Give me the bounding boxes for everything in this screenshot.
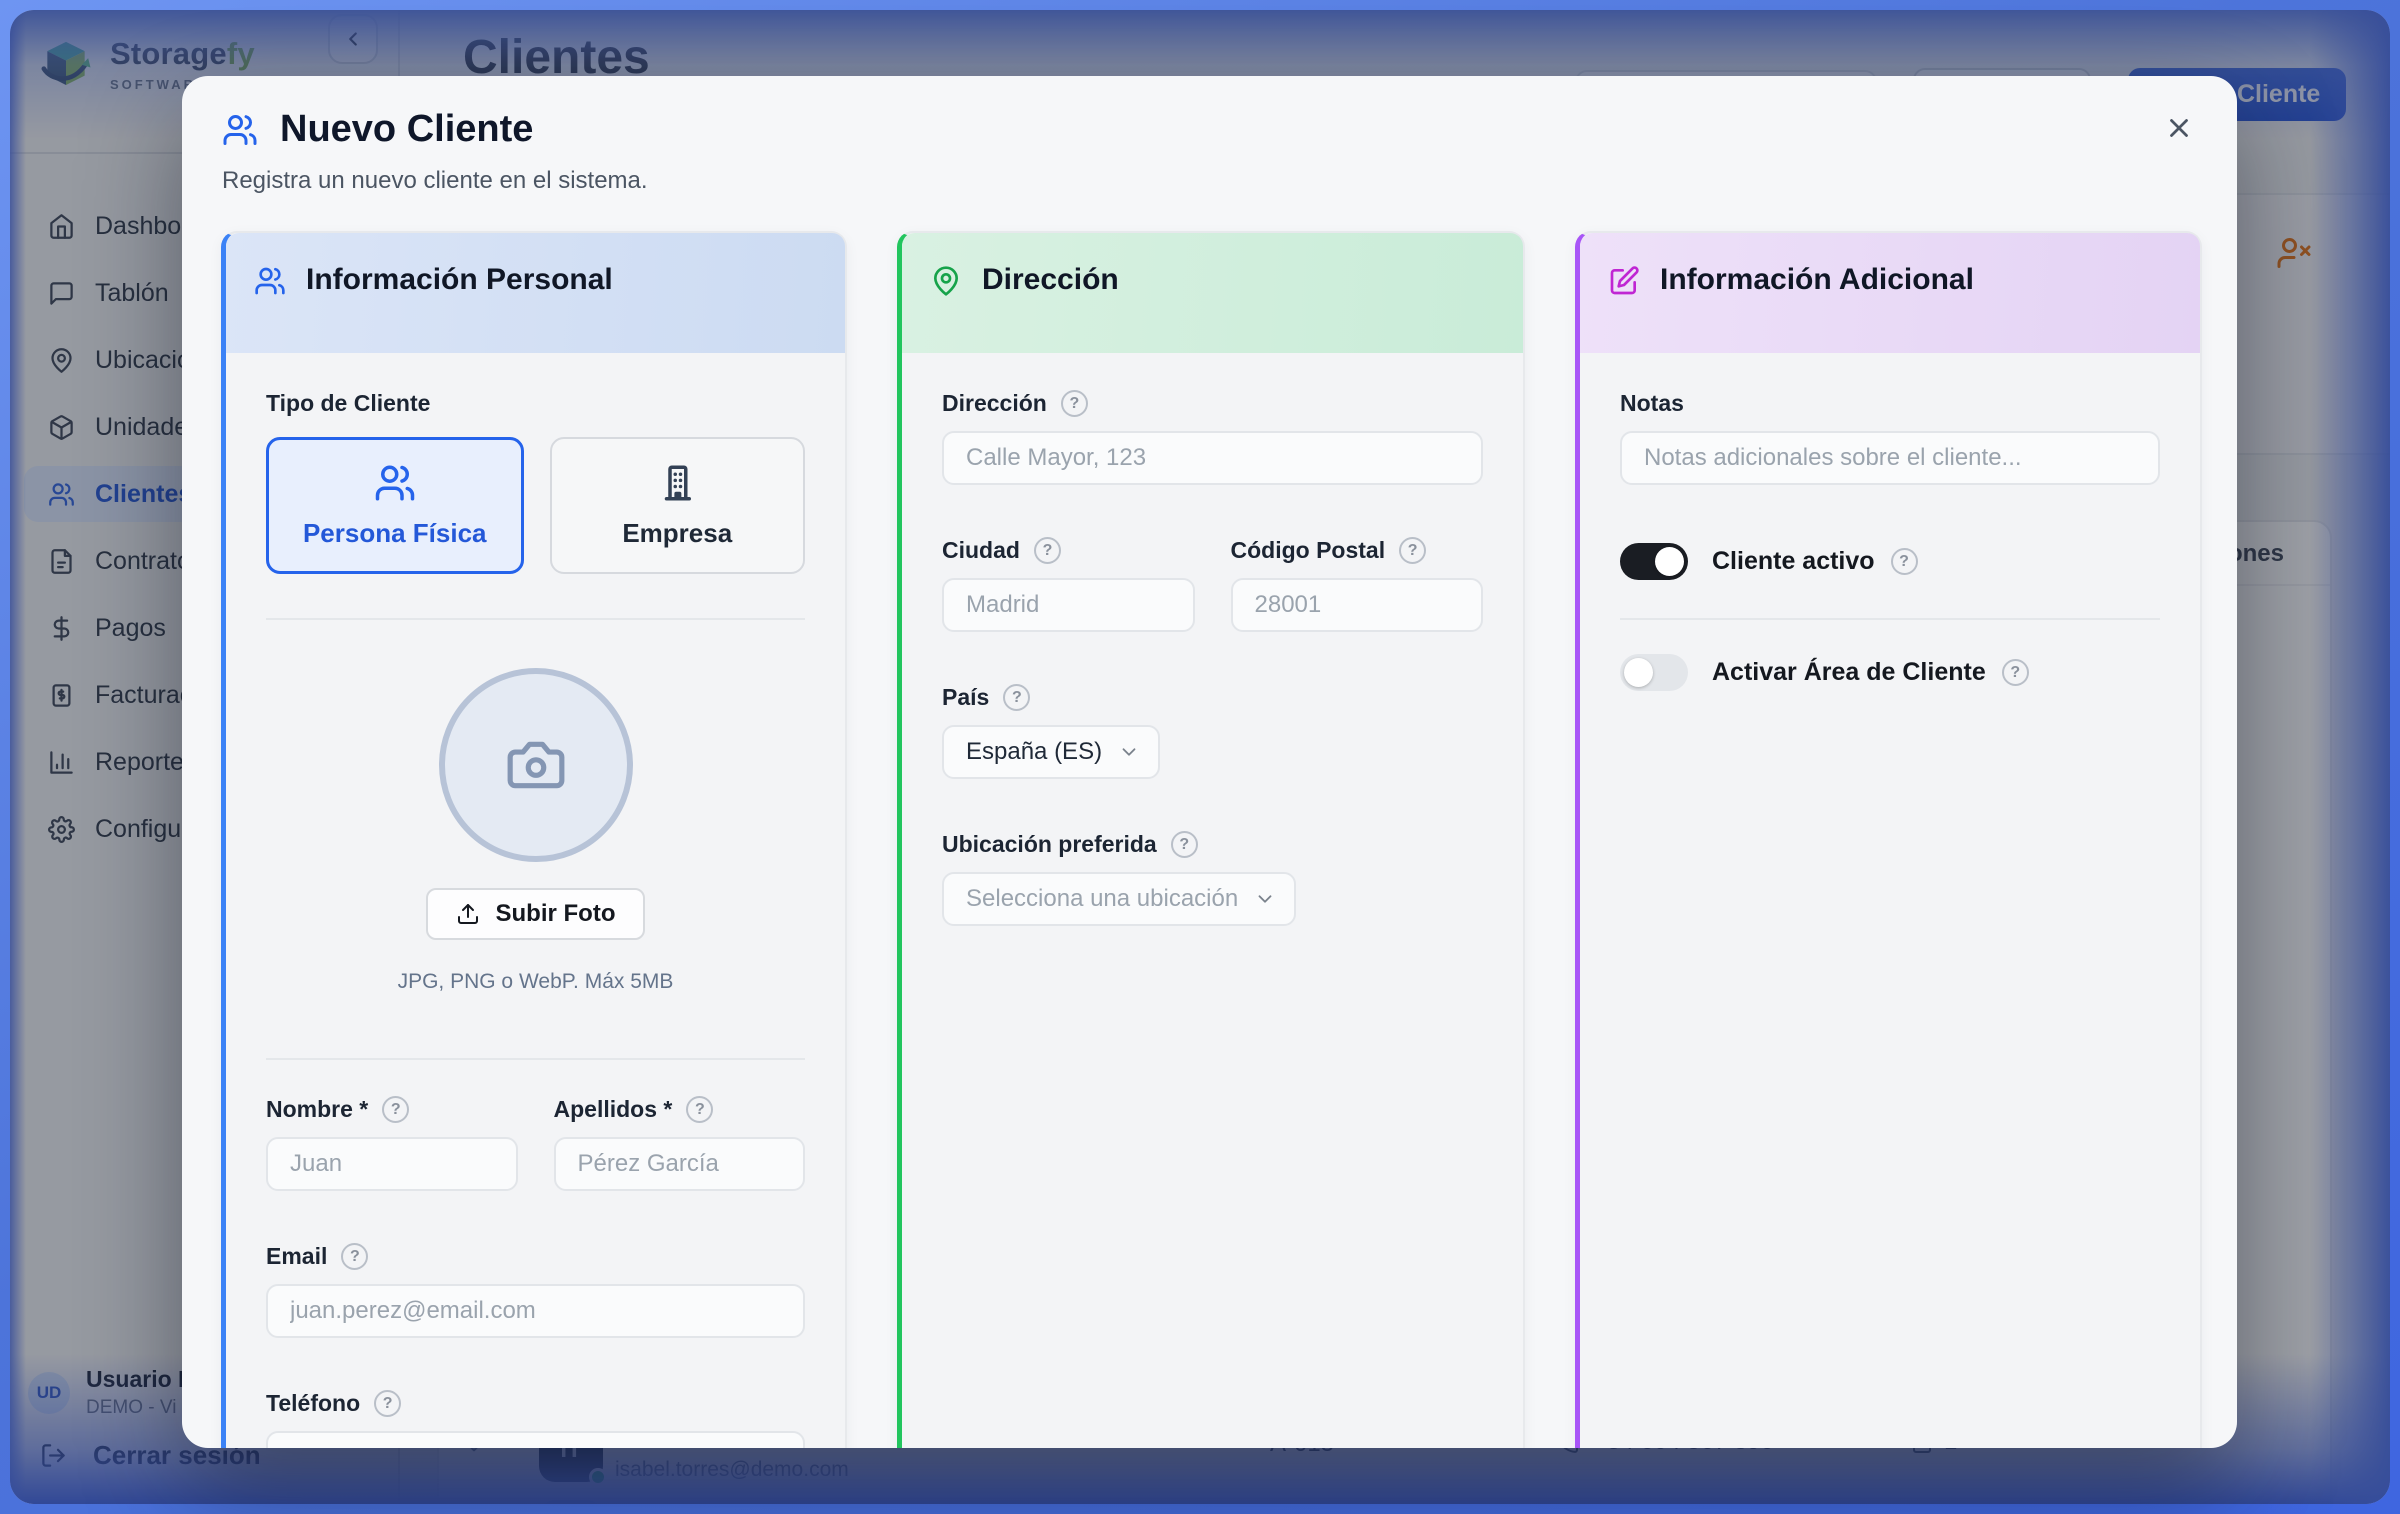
area-cliente-label: Activar Área de Cliente? [1712,658,2029,687]
close-button[interactable] [2157,106,2201,150]
new-client-modal: Nuevo Cliente Registra un nuevo cliente … [182,76,2237,1448]
photo-placeholder[interactable] [439,668,633,862]
help-icon[interactable]: ? [1891,548,1918,575]
email-label: Email? [266,1243,805,1270]
building-icon [656,462,698,504]
apellidos-label: Apellidos *? [554,1096,806,1123]
personal-info-card: Información Personal Tipo de Cliente Per… [221,231,847,1448]
pais-select[interactable]: España (ES) [942,725,1160,779]
ciudad-field[interactable] [942,578,1195,632]
upload-hint: JPG, PNG o WebP. Máx 5MB [398,970,674,994]
additional-info-card: Información Adicional Notas Cliente acti… [1575,231,2202,1448]
help-icon[interactable]: ? [1399,537,1426,564]
cliente-activo-toggle[interactable] [1620,543,1688,580]
direccion-field[interactable] [942,431,1483,485]
direccion-label: Dirección? [942,390,1483,417]
area-cliente-toggle[interactable] [1620,654,1688,691]
map-pin-icon [930,265,962,297]
cliente-activo-row: Cliente activo? [1620,543,2160,580]
help-icon[interactable]: ? [1003,684,1030,711]
chevron-down-icon [1254,888,1276,910]
additional-info-header: Información Adicional [1580,233,2200,353]
modal-subtitle: Registra un nuevo cliente en el sistema. [222,167,648,195]
client-type-label: Tipo de Cliente [266,390,805,417]
upload-icon [456,902,480,926]
cliente-activo-label: Cliente activo? [1712,547,1918,576]
help-icon[interactable]: ? [1171,831,1198,858]
ciudad-label: Ciudad? [942,537,1195,564]
area-cliente-row: Activar Área de Cliente? [1620,654,2160,691]
modal-title: Nuevo Cliente [280,108,533,151]
address-header: Dirección [902,233,1523,353]
help-icon[interactable]: ? [382,1096,409,1123]
users-icon [254,265,286,297]
address-card: Dirección Dirección? Ciudad? Código Post… [897,231,1525,1448]
help-icon[interactable]: ? [374,1390,401,1417]
nombre-field[interactable] [266,1137,518,1191]
help-icon[interactable]: ? [1061,390,1088,417]
type-empresa-button[interactable]: Empresa [550,437,806,574]
notas-field[interactable] [1620,431,2160,485]
modal-header: Nuevo Cliente Registra un nuevo cliente … [222,108,648,195]
pais-label: País? [942,684,1483,711]
upload-photo-button[interactable]: Subir Foto [426,888,646,940]
email-field[interactable] [266,1284,805,1338]
camera-icon [505,734,567,796]
apellidos-field[interactable] [554,1137,806,1191]
type-persona-fisica-button[interactable]: Persona Física [266,437,524,574]
telefono-field[interactable] [266,1431,805,1448]
section-divider [1620,618,2160,620]
section-divider [266,1058,805,1060]
ubicacion-select[interactable]: Selecciona una ubicación [942,872,1296,926]
ubicacion-preferida-label: Ubicación preferida? [942,831,1483,858]
users-icon [222,112,258,148]
nombre-label: Nombre *? [266,1096,518,1123]
telefono-label: Teléfono? [266,1390,805,1417]
close-icon [2164,113,2194,143]
codigo-postal-field[interactable] [1231,578,1484,632]
section-divider [266,618,805,620]
notas-label: Notas [1620,390,2160,417]
help-icon[interactable]: ? [2002,659,2029,686]
pen-square-icon [1608,265,1640,297]
chevron-down-icon [1118,741,1140,763]
codigo-postal-label: Código Postal? [1231,537,1484,564]
users-icon [374,462,416,504]
screen: Storagefy SOFTWARE Dashboard Tablón [0,0,2400,1514]
help-icon[interactable]: ? [341,1243,368,1270]
personal-info-header: Información Personal [226,233,845,353]
help-icon[interactable]: ? [1034,537,1061,564]
help-icon[interactable]: ? [686,1096,713,1123]
